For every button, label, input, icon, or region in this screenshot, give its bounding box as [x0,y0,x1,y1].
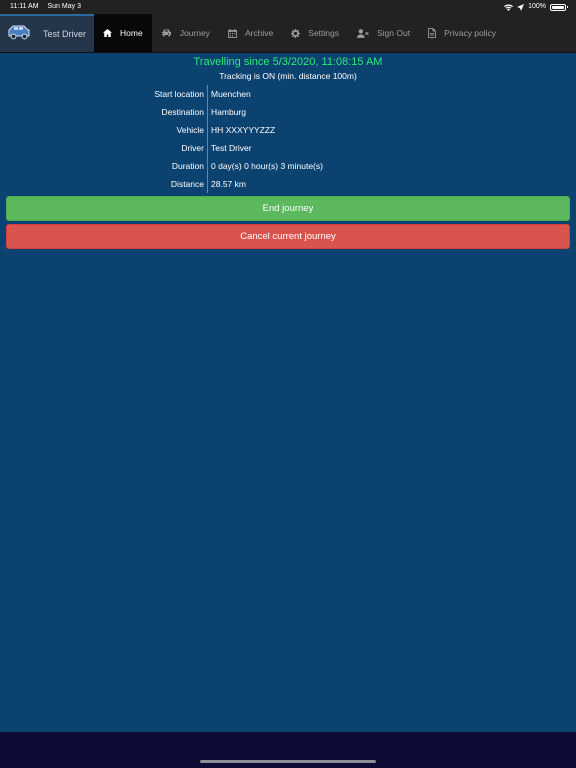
cancel-journey-button[interactable]: Cancel current journey [6,224,570,249]
detail-row-distance: Distance 28.57 km [0,175,576,193]
detail-label: Distance [170,179,204,189]
battery-percent: 100% [528,3,546,10]
tracking-status: Tracking is ON (min. distance 100m) [219,71,357,81]
detail-row-duration: Duration 0 day(s) 0 hour(s) 3 minute(s) [0,157,576,175]
nav-journey[interactable]: Journey [152,14,219,52]
detail-row-start-location: Start location Muenchen [0,85,576,103]
gear-icon [291,28,301,38]
detail-value: HH XXXYYYZZZ [211,125,276,135]
detail-label: Duration [171,161,204,171]
detail-value: 0 day(s) 0 hour(s) 3 minute(s) [211,161,323,171]
battery-icon [550,3,568,11]
van-logo-icon [7,24,31,45]
nav-settings[interactable]: Settings [282,14,348,52]
nav-sign-out-label: Sign Out [377,28,411,38]
detail-row-driver: Driver Test Driver [0,139,576,157]
nav-journey-label: Journey [179,28,210,38]
end-journey-button[interactable]: End journey [6,196,570,221]
detail-label: Vehicle [176,125,204,135]
top-navbar: Test Driver Home Journey Archive Setting… [0,14,576,53]
detail-value: 28.57 km [211,179,246,189]
document-icon [428,28,436,38]
journey-details: Start location Muenchen Destination Hamb… [0,85,576,193]
home-icon [103,29,112,37]
location-arrow-icon [517,3,525,11]
detail-label: Destination [161,107,204,117]
user-remove-icon [357,28,369,38]
nav-privacy-policy-label: Privacy policy [444,28,497,38]
status-bar: 11:11 AM Sun May 3 100% [0,0,576,14]
brand-name: Test Driver [43,29,87,39]
status-time: 11:11 AM [10,3,39,10]
nav-privacy-policy[interactable]: Privacy policy [419,14,505,52]
nav-settings-label: Settings [308,28,339,38]
wifi-icon [504,3,514,11]
calendar-icon [227,28,237,38]
brand[interactable]: Test Driver [0,14,94,52]
battery-level [552,5,564,9]
status-date: Sun May 3 [47,3,81,10]
detail-label: Driver [181,143,204,153]
travelling-since-heading: Travelling since 5/3/2020, 11:08:15 AM [193,56,383,68]
detail-value: Hamburg [211,107,246,117]
nav-archive[interactable]: Archive [219,14,282,52]
detail-value: Test Driver [211,143,252,153]
home-indicator[interactable] [200,760,376,763]
detail-row-vehicle: Vehicle HH XXXYYYZZZ [0,121,576,139]
nav-home-label: Home [120,28,143,38]
detail-label: Start location [154,89,204,99]
detail-row-destination: Destination Hamburg [0,103,576,121]
car-icon [161,29,172,37]
nav-sign-out[interactable]: Sign Out [348,14,419,52]
detail-value: Muenchen [211,89,251,99]
nav-home[interactable]: Home [94,14,152,52]
journey-panel: Travelling since 5/3/2020, 11:08:15 AM T… [0,53,576,193]
nav-archive-label: Archive [244,28,274,38]
